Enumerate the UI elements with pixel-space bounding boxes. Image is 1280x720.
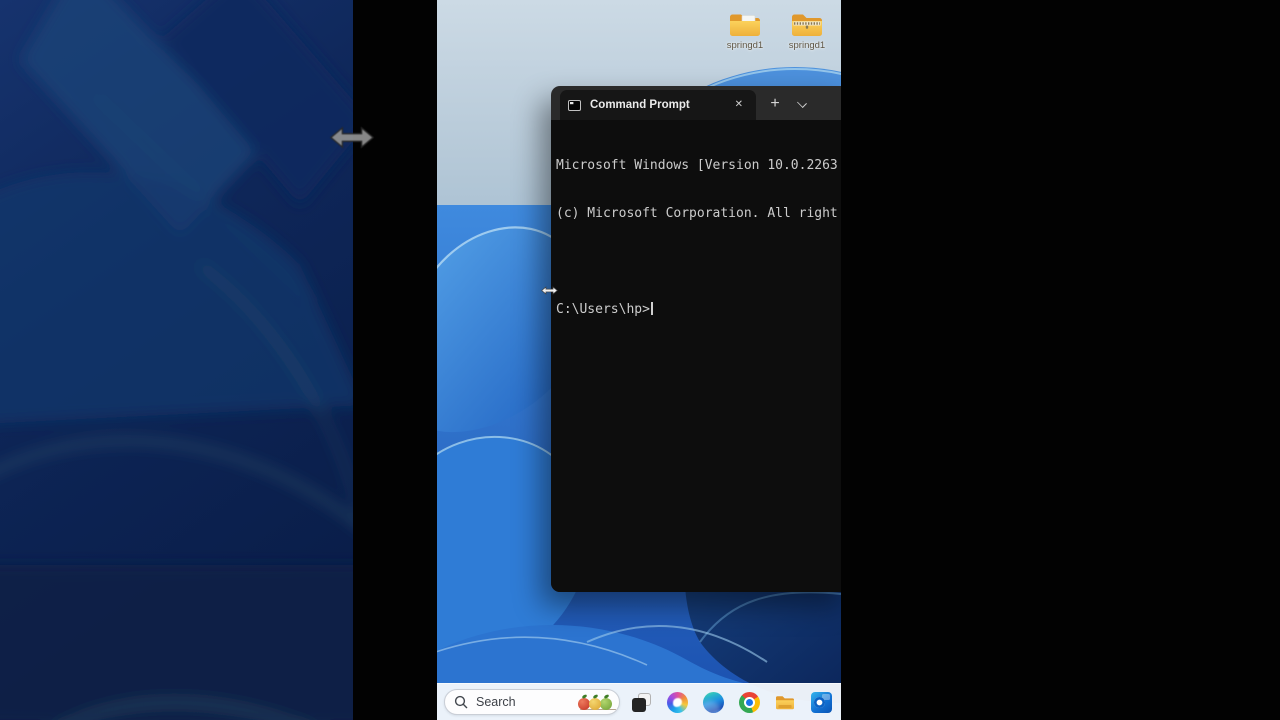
search-box[interactable]: Search: [444, 689, 620, 715]
desktop-area: springd1 springd1 Command Prompt ✕ + Mic…: [437, 0, 841, 720]
desktop-icon-label: springd1: [726, 40, 764, 51]
blurred-backdrop-panel: [0, 0, 353, 720]
screen: springd1 springd1 Command Prompt ✕ + Mic…: [0, 0, 1280, 720]
desktop-icon-zip-folder[interactable]: springd1: [775, 9, 839, 51]
command-prompt-window: Command Prompt ✕ + Microsoft Windows [Ve…: [551, 86, 841, 592]
zip-folder-icon: [792, 14, 822, 36]
search-placeholder: Search: [476, 695, 516, 709]
terminal-prompt-line: C:\Users\hp>: [556, 302, 841, 318]
terminal-tab-bar: Command Prompt ✕ +: [551, 86, 841, 120]
task-view-button[interactable]: [629, 690, 653, 714]
tab-command-prompt[interactable]: Command Prompt ✕: [560, 90, 756, 120]
desktop-icon-label: springd1: [788, 40, 826, 51]
edge-button[interactable]: [701, 690, 725, 714]
terminal-output-line: (c) Microsoft Corporation. All right: [556, 206, 838, 221]
task-view-icon: [631, 692, 651, 712]
edge-icon: [702, 691, 724, 713]
tab-title: Command Prompt: [590, 99, 690, 111]
file-explorer-button[interactable]: [773, 690, 797, 714]
folder-icon: [730, 14, 760, 36]
search-seasonal-fruits-image[interactable]: [578, 694, 616, 710]
yellow-apple-icon: [589, 698, 601, 710]
horizontal-resize-cursor: [541, 286, 558, 295]
outlook-icon: [810, 691, 832, 713]
terminal-caret: [650, 302, 653, 315]
green-apple-icon: [600, 698, 612, 710]
taskbar: Search: [437, 683, 841, 720]
tab-close-icon[interactable]: ✕: [732, 98, 746, 112]
chevron-down-icon: [797, 98, 807, 108]
terminal-prompt-text: C:\Users\hp>: [556, 302, 650, 317]
blurred-wallpaper: [0, 0, 353, 720]
chrome-icon: [738, 691, 760, 713]
terminal-output-line: Microsoft Windows [Version 10.0.2263: [556, 158, 838, 173]
search-icon: [454, 695, 468, 709]
outlook-button[interactable]: [809, 690, 833, 714]
horizontal-resize-cursor-blurred: [329, 126, 375, 149]
file-explorer-icon: [776, 696, 794, 710]
chrome-button[interactable]: [737, 690, 761, 714]
desktop-icon-folder[interactable]: springd1: [713, 9, 777, 51]
copilot-icon: [666, 691, 688, 713]
tab-dropdown-button[interactable]: [793, 95, 811, 113]
command-prompt-icon: [568, 99, 581, 111]
new-tab-button[interactable]: +: [765, 93, 785, 115]
copilot-button[interactable]: [665, 690, 689, 714]
taskbar-app-icons: [629, 690, 833, 714]
terminal-output-area[interactable]: Microsoft Windows [Version 10.0.2263 (c)…: [551, 120, 841, 592]
